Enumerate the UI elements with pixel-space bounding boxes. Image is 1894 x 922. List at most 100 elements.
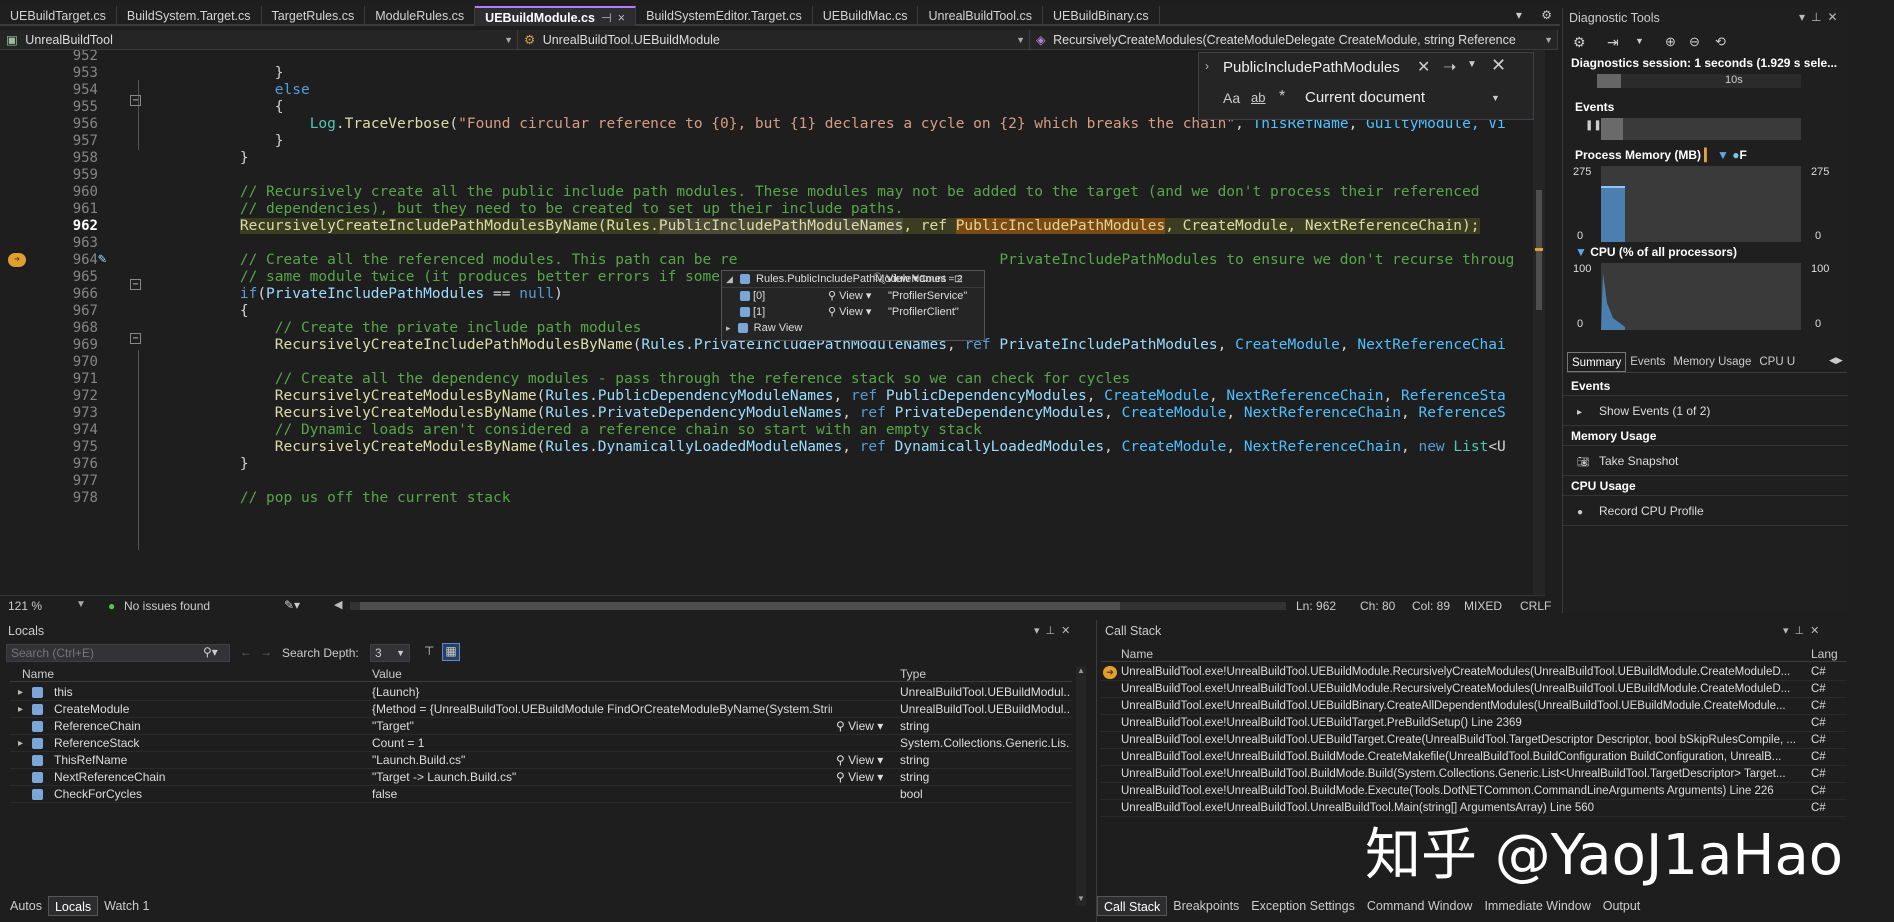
- table-row[interactable]: UnrealBuildTool.exe!UnrealBuildTool.UEBu…: [1101, 715, 1847, 732]
- settings-gear-icon[interactable]: ⚙: [1573, 34, 1586, 51]
- raw-view-label[interactable]: Raw View: [754, 322, 803, 334]
- code-cleanup-icon[interactable]: ✎▾: [284, 598, 300, 612]
- bottom-tab-autos[interactable]: Autos: [4, 896, 48, 916]
- datatip-row[interactable]: [1] ⚲ View ▾ "ProfilerClient": [722, 304, 984, 320]
- find-input[interactable]: PublicIncludePathModules: [1223, 57, 1413, 79]
- find-next-icon[interactable]: ➝: [1443, 57, 1456, 77]
- diag-tab-summary[interactable]: Summary: [1567, 352, 1627, 372]
- tab-scroll-arrows-icon[interactable]: ◀▶: [1829, 355, 1843, 366]
- expand-triangle-icon[interactable]: ▸: [18, 735, 23, 752]
- clear-search-icon[interactable]: ✕: [1417, 57, 1430, 77]
- table-row[interactable]: UnrealBuildTool.exe!UnrealBuildTool.UEBu…: [1101, 698, 1847, 715]
- zoom-in-icon[interactable]: ⊕: [1665, 34, 1676, 50]
- match-whole-word-toggle[interactable]: ab: [1251, 90, 1265, 105]
- diag-tab-memory-usage[interactable]: Memory Usage: [1669, 352, 1755, 372]
- panel-window-controls[interactable]: ▾⊥✕: [1799, 10, 1844, 24]
- diag-tab-events[interactable]: Events: [1626, 352, 1669, 372]
- table-row[interactable]: UnrealBuildTool.exe!UnrealBuildTool.Buil…: [1101, 783, 1847, 800]
- expand-triangle-icon[interactable]: ▸: [726, 323, 731, 333]
- scroll-left-icon[interactable]: ◀: [334, 598, 342, 611]
- forward-arrow-icon[interactable]: →: [260, 645, 272, 659]
- find-options-dropdown-icon[interactable]: ▼: [1467, 59, 1477, 70]
- cpu-graph[interactable]: [1601, 263, 1801, 330]
- document-tab[interactable]: ModuleRules.cs: [365, 6, 476, 26]
- table-row[interactable]: CheckForCycles false bool: [10, 786, 1072, 803]
- view-button[interactable]: ⚲ View ▾: [836, 752, 883, 769]
- view-button[interactable]: 🔍︎View ▾: [872, 271, 918, 288]
- locals-scrollbar[interactable]: ▲ ▼: [1076, 666, 1086, 906]
- member-dropdown[interactable]: ◈ RecursivelyCreateModules(CreateModuleD…: [1030, 30, 1558, 50]
- bottom-tab-output[interactable]: Output: [1597, 896, 1647, 916]
- bottom-tab-exception-settings[interactable]: Exception Settings: [1245, 896, 1361, 916]
- column-indicator[interactable]: Col: 89: [1412, 599, 1450, 613]
- column-value[interactable]: Value: [372, 667, 402, 681]
- expand-triangle-icon[interactable]: ▸: [18, 684, 23, 701]
- locals-search-box[interactable]: ⚲▾: [6, 644, 230, 662]
- bottom-tab-locals[interactable]: Locals: [47, 896, 99, 916]
- view-button[interactable]: ⚲ View ▾: [828, 304, 871, 320]
- line-indicator[interactable]: Ln: 962: [1296, 599, 1336, 613]
- document-tab[interactable]: BuildSystemEditor.Target.cs: [636, 6, 813, 26]
- memory-graph[interactable]: [1601, 166, 1801, 242]
- char-indicator[interactable]: Ch: 80: [1360, 599, 1395, 613]
- whitespace-indicator[interactable]: MIXED: [1464, 599, 1502, 613]
- class-dropdown[interactable]: ⚙ UnrealBuildTool.UEBuildModule ▼: [518, 30, 1030, 50]
- table-row[interactable]: ▸ ReferenceStack Count = 1 System.Collectio…: [10, 735, 1072, 752]
- table-row[interactable]: UnrealBuildTool.exe!UnrealBuildTool.UEBu…: [1101, 732, 1847, 749]
- tab-controls[interactable]: ▾ ⚙: [1516, 8, 1560, 22]
- events-track[interactable]: [1601, 118, 1801, 140]
- debugger-datatip[interactable]: ◢ Rules.PublicIncludePathModuleNames 🔍︎V…: [721, 270, 985, 341]
- document-tab[interactable]: UEBuildMac.cs: [813, 6, 919, 26]
- locals-search-input[interactable]: [11, 646, 201, 660]
- section-item[interactable]: ▸ Show Events (1 of 2): [1563, 396, 1849, 426]
- scroll-down-icon[interactable]: ▼: [1077, 894, 1085, 903]
- zoom-level[interactable]: 121 %: [8, 599, 42, 613]
- column-name[interactable]: Name: [22, 667, 54, 681]
- document-tab[interactable]: UEBuildTarget.cs: [0, 6, 117, 26]
- expand-triangle-icon[interactable]: ▸: [18, 701, 23, 718]
- match-case-toggle[interactable]: Aa: [1223, 90, 1240, 106]
- chevron-down-icon[interactable]: ▼: [76, 599, 86, 610]
- close-icon[interactable]: ×: [618, 11, 625, 25]
- panel-window-controls[interactable]: ▾⊥✕: [1783, 620, 1825, 642]
- bottom-tab-watch-1[interactable]: Watch 1: [98, 896, 155, 916]
- table-row[interactable]: UnrealBuildTool.exe!UnrealBuildTool.UEBu…: [1101, 681, 1847, 698]
- export-icon[interactable]: ⇥: [1607, 34, 1619, 51]
- section-item[interactable]: ● Record CPU Profile: [1563, 496, 1849, 526]
- search-icon[interactable]: ⚲▾: [203, 645, 218, 659]
- chevron-down-icon[interactable]: ▼: [1635, 36, 1644, 46]
- vertical-scrollbar[interactable]: [1533, 50, 1545, 597]
- horizontal-scrollbar[interactable]: [350, 602, 1286, 610]
- reset-zoom-icon[interactable]: ⟲: [1715, 34, 1726, 50]
- bottom-tab-call-stack[interactable]: Call Stack: [1097, 896, 1168, 916]
- pin-icon[interactable]: ⊤: [424, 644, 434, 658]
- search-depth-select[interactable]: 3 ▼: [370, 644, 410, 662]
- collapse-triangle-icon[interactable]: ◢: [726, 274, 733, 284]
- search-scope-dropdown[interactable]: Current document: [1305, 89, 1425, 106]
- view-button[interactable]: ⚲ View ▾: [836, 718, 883, 735]
- line-ending-indicator[interactable]: CRLF: [1520, 599, 1551, 613]
- table-row[interactable]: ▸ CreateModule {Method = {UnrealBuildTool.…: [10, 701, 1072, 718]
- table-row[interactable]: ThisRefName "Launch.Build.cs" ⚲ View ▾ stri…: [10, 752, 1072, 769]
- bottom-tab-breakpoints[interactable]: Breakpoints: [1167, 896, 1245, 916]
- document-tab[interactable]: UEBuildModule.cs ⊣ ×: [475, 6, 637, 26]
- datatip-row[interactable]: [0] ⚲ View ▾ "ProfilerService": [722, 288, 984, 304]
- timeline-ruler[interactable]: 10s: [1597, 74, 1801, 88]
- column-name[interactable]: Name: [1121, 647, 1153, 661]
- table-row[interactable]: UnrealBuildTool.exe!UnrealBuildTool.Buil…: [1101, 766, 1847, 783]
- document-tab[interactable]: UnrealBuildTool.cs: [918, 6, 1044, 26]
- bottom-tab-command-window[interactable]: Command Window: [1361, 896, 1479, 916]
- back-arrow-icon[interactable]: ←: [240, 645, 252, 659]
- horizontal-scrollbar-thumb[interactable]: [360, 602, 1120, 610]
- table-row[interactable]: ➔ UnrealBuildTool.exe!UnrealBuildTool.UEB…: [1101, 664, 1847, 681]
- view-button[interactable]: ⚲ View ▾: [828, 288, 871, 304]
- expand-replace-icon[interactable]: ›: [1205, 59, 1209, 73]
- section-item[interactable]: 📷︎ Take Snapshot: [1563, 446, 1849, 476]
- document-tab[interactable]: TargetRules.cs: [262, 6, 366, 26]
- regex-toggle[interactable]: *: [1279, 88, 1285, 106]
- hex-display-icon[interactable]: ▦: [442, 643, 460, 661]
- diag-tab-cpu-u[interactable]: CPU U: [1755, 352, 1799, 372]
- scroll-up-icon[interactable]: ▲: [1077, 666, 1085, 675]
- document-tab[interactable]: UEBuildBinary.cs: [1043, 6, 1160, 26]
- issues-status[interactable]: No issues found: [124, 599, 210, 613]
